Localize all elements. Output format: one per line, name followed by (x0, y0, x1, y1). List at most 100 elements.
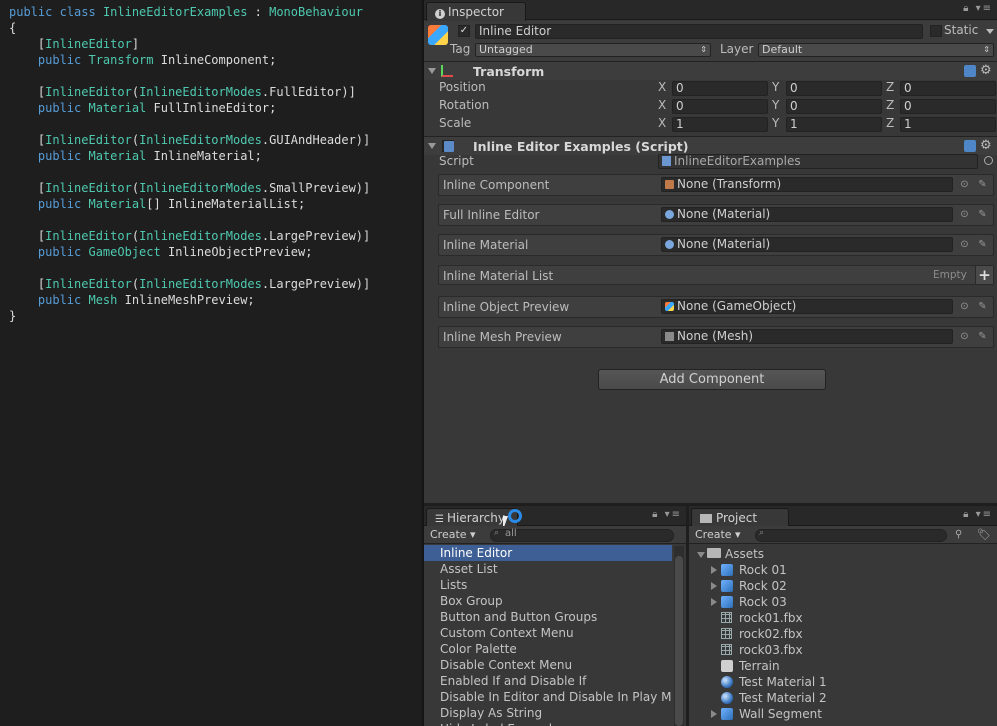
collapsed-arrow-icon[interactable] (711, 582, 717, 590)
foldout-icon[interactable] (428, 143, 436, 149)
hierarchy-item[interactable]: Disable Context Menu (424, 657, 672, 673)
foldout-icon[interactable] (428, 68, 436, 74)
axis-y-label[interactable]: Y (772, 98, 779, 112)
position-x-field[interactable]: 0 (672, 81, 768, 96)
code-line[interactable]: public class InlineEditorExamples : Mono… (0, 4, 422, 20)
tag-dropdown[interactable]: Untagged ⇕ (475, 43, 711, 57)
pencil-icon[interactable]: ✎ (977, 179, 988, 190)
filter-by-label-icon[interactable]: 🏷︎ (977, 528, 991, 541)
scale-z-field[interactable]: 1 (900, 117, 996, 132)
rotation-y-field[interactable]: 0 (786, 99, 882, 114)
pencil-icon[interactable]: ✎ (977, 301, 988, 312)
rotation-x-field[interactable]: 0 (672, 99, 768, 114)
create-dropdown[interactable]: Create ▾ (695, 528, 741, 541)
hierarchy-item[interactable]: Enabled If and Disable If (424, 673, 672, 689)
position-z-field[interactable]: 0 (900, 81, 996, 96)
code-line[interactable]: public Material FullInlineEditor; (0, 100, 422, 116)
axis-z-label[interactable]: Z (886, 80, 894, 94)
tab-inspector[interactable]: i Inspector (426, 2, 526, 21)
code-line[interactable]: [InlineEditor(InlineEditorModes.SmallPre… (0, 180, 422, 196)
scale-y-field[interactable]: 1 (786, 117, 882, 132)
collapsed-arrow-icon[interactable] (711, 710, 717, 718)
code-line[interactable]: { (0, 20, 422, 36)
hierarchy-item[interactable]: Box Group (424, 593, 672, 609)
project-search-input[interactable]: ⌕ (755, 528, 947, 542)
hierarchy-item[interactable]: Disable In Editor and Disable In Play Mo (424, 689, 672, 705)
code-line[interactable]: [InlineEditor] (0, 36, 422, 52)
help-book-icon[interactable] (964, 65, 976, 77)
hierarchy-item[interactable]: Asset List (424, 561, 672, 577)
code-line[interactable]: } (0, 308, 422, 324)
project-item[interactable]: rock02.fbx (739, 626, 803, 642)
expanded-arrow-icon[interactable] (697, 552, 705, 558)
code-editor[interactable]: public class InlineEditorExamples : Mono… (0, 0, 422, 726)
hierarchy-scrollbar[interactable] (674, 546, 684, 726)
object-field[interactable]: None (Material) (661, 237, 953, 252)
code-line[interactable] (0, 260, 422, 276)
project-item[interactable]: rock01.fbx (739, 610, 803, 626)
code-line[interactable]: public GameObject InlineObjectPreview; (0, 244, 422, 260)
code-line[interactable]: [InlineEditor(InlineEditorModes.FullEdit… (0, 84, 422, 100)
script-component-header[interactable]: Inline Editor Examples (Script) ⚙ (424, 136, 997, 155)
object-field[interactable]: None (GameObject) (661, 299, 953, 314)
add-component-button[interactable]: Add Component (598, 369, 826, 390)
code-line[interactable] (0, 164, 422, 180)
tab-project[interactable]: Project (691, 508, 789, 527)
hierarchy-item[interactable]: Color Palette (424, 641, 672, 657)
axis-x-label[interactable]: X (658, 98, 666, 112)
position-y-field[interactable]: 0 (786, 81, 882, 96)
project-item[interactable]: Rock 03 (739, 594, 787, 610)
axis-x-label[interactable]: X (658, 80, 666, 94)
help-book-icon[interactable] (964, 140, 976, 152)
project-item[interactable]: Wall Segment (739, 706, 822, 722)
object-picker-icon[interactable]: ⊙ (959, 179, 970, 190)
script-object-picker-icon[interactable] (984, 156, 993, 165)
project-item[interactable]: Terrain (739, 658, 780, 674)
gameobject-name-field[interactable]: Inline Editor (475, 24, 923, 39)
code-line[interactable]: [InlineEditor(InlineEditorModes.LargePre… (0, 228, 422, 244)
project-item[interactable]: Assets (725, 546, 764, 562)
scrollbar-thumb[interactable] (675, 556, 683, 726)
object-field[interactable]: None (Transform) (661, 177, 953, 192)
axis-z-label[interactable]: Z (886, 116, 894, 130)
gear-icon[interactable]: ⚙ (980, 138, 992, 153)
code-line[interactable]: [InlineEditor(InlineEditorModes.GUIAndHe… (0, 132, 422, 148)
code-line[interactable] (0, 116, 422, 132)
active-checkbox[interactable]: ✓ (458, 25, 470, 37)
collapsed-arrow-icon[interactable] (711, 566, 717, 574)
hierarchy-search-input[interactable]: ⌕ all (490, 528, 674, 542)
hierarchy-item[interactable]: Custom Context Menu (424, 625, 672, 641)
window-menu-icons[interactable]: 🔒︎ ▾≡ (652, 509, 682, 520)
project-item[interactable]: Rock 01 (739, 562, 787, 578)
object-field[interactable]: None (Material) (661, 207, 953, 222)
code-line[interactable]: public Material[] InlineMaterialList; (0, 196, 422, 212)
add-list-item-button[interactable]: + (975, 266, 993, 284)
axis-y-label[interactable]: Y (772, 116, 779, 130)
code-line[interactable]: public Material InlineMaterial; (0, 148, 422, 164)
pencil-icon[interactable]: ✎ (977, 331, 988, 342)
axis-y-label[interactable]: Y (772, 80, 779, 94)
pencil-icon[interactable]: ✎ (977, 209, 988, 220)
pencil-icon[interactable]: ✎ (977, 239, 988, 250)
filter-by-type-icon[interactable]: ⚲ (955, 529, 962, 540)
object-field[interactable]: None (Mesh) (661, 329, 953, 344)
code-line[interactable]: public Mesh InlineMeshPreview; (0, 292, 422, 308)
static-checkbox[interactable] (930, 25, 942, 37)
transform-header[interactable]: Transform ⚙ (424, 61, 997, 80)
layer-dropdown[interactable]: Default ⇕ (758, 43, 994, 57)
hierarchy-item[interactable]: Display As String (424, 705, 672, 721)
gear-icon[interactable]: ⚙ (980, 63, 992, 78)
static-dropdown-arrow[interactable] (986, 29, 994, 34)
collapsed-arrow-icon[interactable] (711, 598, 717, 606)
code-line[interactable]: public Transform InlineComponent; (0, 52, 422, 68)
code-line[interactable] (0, 68, 422, 84)
object-picker-icon[interactable]: ⊙ (959, 209, 970, 220)
project-item[interactable]: Rock 02 (739, 578, 787, 594)
project-item[interactable]: Test Material 1 (739, 674, 827, 690)
axis-z-label[interactable]: Z (886, 98, 894, 112)
script-field[interactable]: InlineEditorExamples (658, 154, 978, 169)
project-item[interactable]: rock03.fbx (739, 642, 803, 658)
hierarchy-item[interactable]: Inline Editor (424, 545, 672, 561)
object-picker-icon[interactable]: ⊙ (959, 331, 970, 342)
window-menu-icons[interactable]: 🔒︎ ▾≡ (963, 509, 993, 520)
